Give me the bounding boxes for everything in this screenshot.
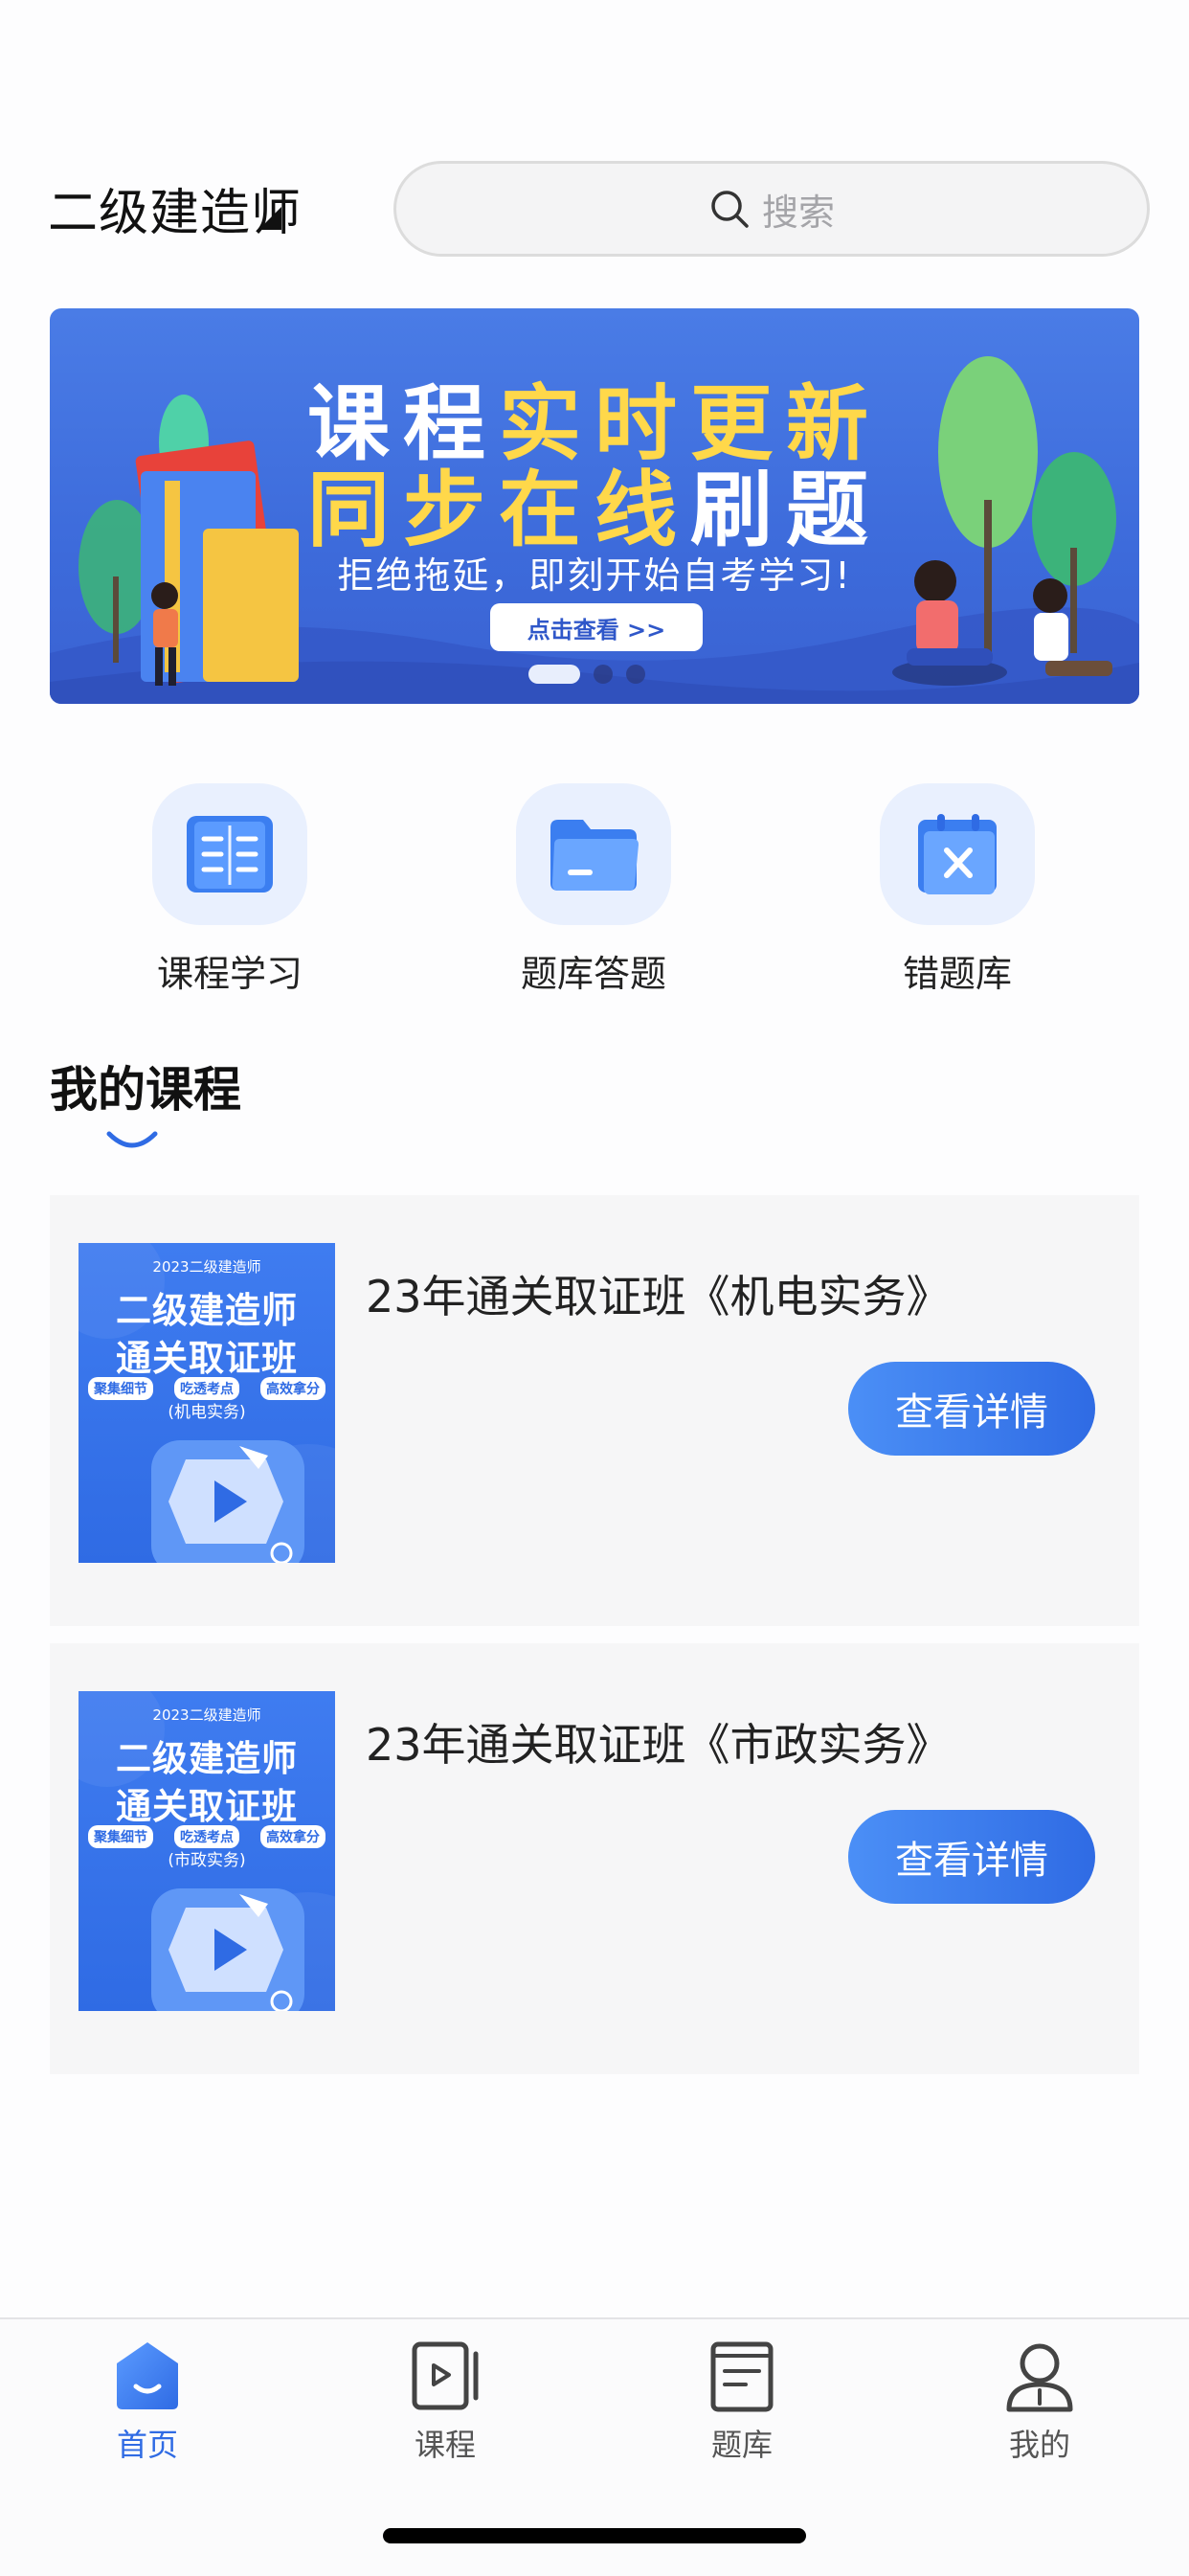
video-icon <box>412 2341 479 2410</box>
view-details-button[interactable]: 查看详情 <box>848 1362 1095 1456</box>
course-title[interactable]: 23年通关取证班《机电实务》 <box>366 1262 951 1325</box>
thumb-year: 2023二级建造师 <box>152 1706 261 1724</box>
quick-entry-course-study[interactable]: 课程学习 <box>144 783 316 997</box>
tab-label: 题库 <box>710 2427 773 2463</box>
home-indicator <box>383 2528 806 2543</box>
thumb-subject: (市政实务) <box>168 1851 246 1870</box>
thumb-tag: 高效拿分 <box>260 1825 325 1848</box>
quick-entry-label: 错题库 <box>902 953 1012 995</box>
thumb-tags: 聚集细节 吃透考点 高效拿分 <box>88 1825 325 1848</box>
tab-label: 课程 <box>414 2427 476 2463</box>
quick-entry-wrong-questions[interactable]: 错题库 <box>871 783 1043 997</box>
banner-headline-2-yellow: 同步在线 <box>307 463 690 558</box>
section-title-my-courses: 我的课程 <box>50 1062 241 1118</box>
thumb-tag: 聚集细节 <box>88 1377 153 1400</box>
course-title[interactable]: 23年通关取证班《市政实务》 <box>366 1710 951 1774</box>
quick-entry-question-bank[interactable]: 题库答题 <box>507 783 680 997</box>
view-details-button[interactable]: 查看详情 <box>848 1810 1095 1904</box>
banner-headline-2: 同步在线刷题 <box>50 442 1139 562</box>
thumb-tag: 吃透考点 <box>174 1377 239 1400</box>
course-card[interactable]: 2023二级建造师 二级建造师 通关取证班 聚集细节 吃透考点 高效拿分 (市政… <box>50 1643 1139 2074</box>
folder-icon <box>516 783 671 925</box>
tab-profile[interactable]: 我的 <box>963 2337 1116 2465</box>
carousel-dot[interactable] <box>594 665 613 684</box>
tab-home[interactable]: 首页 <box>71 2337 224 2465</box>
tab-question-bank[interactable]: 题库 <box>665 2337 819 2465</box>
quick-entry-label: 课程学习 <box>156 953 303 995</box>
thumb-tag: 聚集细节 <box>88 1825 153 1848</box>
banner-headline-2-white: 刷题 <box>690 463 882 558</box>
promo-banner[interactable]: 课程实时更新 同步在线刷题 拒绝拖延，即刻开始自考学习! 点击查看 >> <box>50 308 1139 704</box>
document-icon <box>710 2341 774 2412</box>
carousel-indicator <box>528 665 645 684</box>
thumb-tag: 高效拿分 <box>260 1377 325 1400</box>
banner-view-button[interactable]: 点击查看 >> <box>490 603 703 651</box>
user-icon <box>1006 2343 1073 2412</box>
header: 二级建造师 搜索 <box>0 153 1189 260</box>
course-thumbnail[interactable]: 2023二级建造师 二级建造师 通关取证班 聚集细节 吃透考点 高效拿分 (机电… <box>79 1243 335 1563</box>
thumb-heading-1: 二级建造师 <box>116 1290 298 1331</box>
tab-courses[interactable]: 课程 <box>369 2337 522 2465</box>
thumb-heading-1: 二级建造师 <box>116 1738 298 1779</box>
search-input[interactable]: 搜索 <box>393 161 1150 257</box>
search-placeholder: 搜索 <box>761 191 835 234</box>
dropdown-arrow-icon[interactable] <box>258 207 281 230</box>
banner-subtitle: 拒绝拖延，即刻开始自考学习! <box>337 554 852 597</box>
calendar-x-icon <box>880 783 1035 925</box>
tab-label: 首页 <box>116 2427 178 2463</box>
thumb-tag: 吃透考点 <box>174 1825 239 1848</box>
search-icon <box>711 191 749 228</box>
carousel-dot-active[interactable] <box>528 665 580 684</box>
book-open-icon <box>152 783 307 925</box>
course-card[interactable]: 2023二级建造师 二级建造师 通关取证班 聚集细节 吃透考点 高效拿分 (机电… <box>50 1195 1139 1626</box>
thumb-year: 2023二级建造师 <box>152 1258 261 1276</box>
tab-label: 我的 <box>1008 2427 1070 2463</box>
thumb-subject: (机电实务) <box>168 1403 246 1422</box>
quick-entry-label: 题库答题 <box>520 953 666 995</box>
thumb-heading-2: 通关取证班 <box>116 1786 298 1827</box>
thumb-heading-2: 通关取证班 <box>116 1338 298 1379</box>
course-thumbnail[interactable]: 2023二级建造师 二级建造师 通关取证班 聚集细节 吃透考点 高效拿分 (市政… <box>79 1691 335 2011</box>
carousel-dot[interactable] <box>626 665 645 684</box>
thumb-tags: 聚集细节 吃透考点 高效拿分 <box>88 1377 325 1400</box>
home-icon <box>117 2342 178 2409</box>
title-underline-decoration <box>106 1131 158 1148</box>
